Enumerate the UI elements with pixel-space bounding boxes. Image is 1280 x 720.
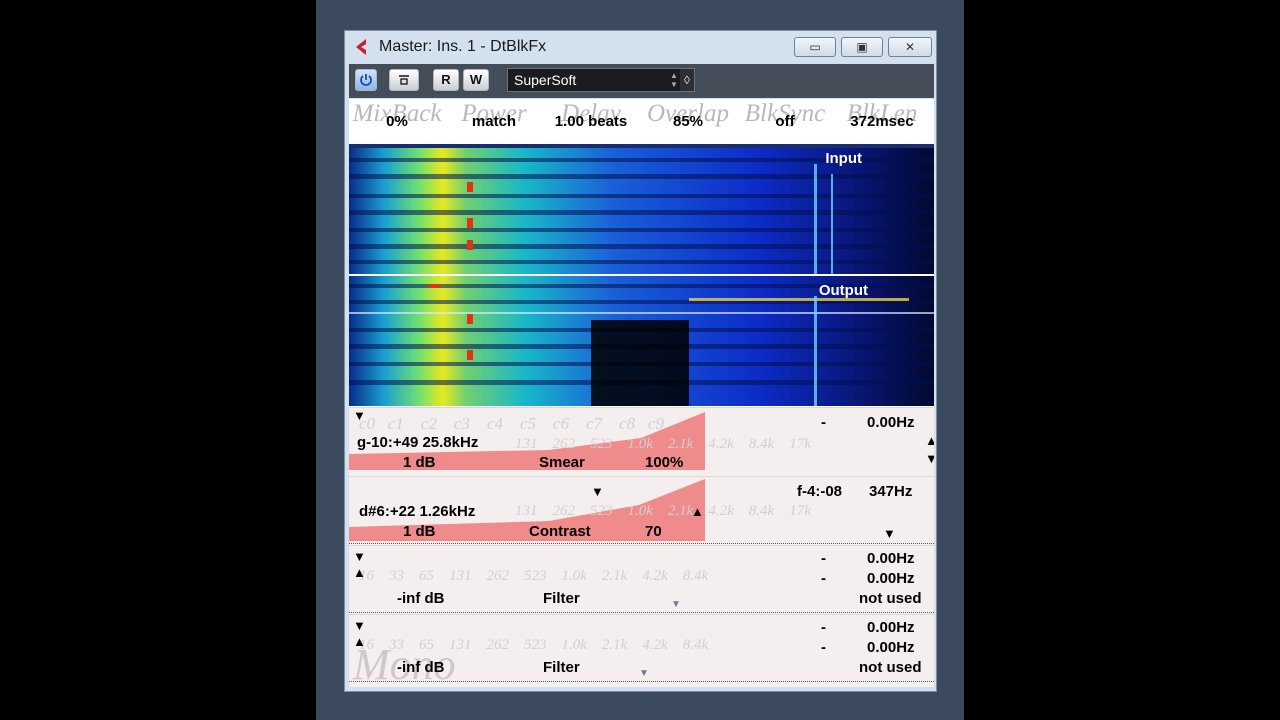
fx4-effect[interactable]: Filter <box>543 659 580 676</box>
freq-ticks: 131 262 523 1.0k 2.1k 4.2k 8.4k 17k <box>515 436 811 452</box>
fx2-effect[interactable]: Contrast <box>529 523 591 540</box>
fx1-left-freq: g-10:+49 25.8kHz <box>357 434 479 451</box>
filter1-marker[interactable]: ▼ <box>671 598 681 611</box>
fx1-amount[interactable]: 100% <box>645 454 683 471</box>
bypass-button[interactable] <box>389 69 419 91</box>
fx2-amount[interactable]: 70 <box>645 523 662 540</box>
fx4-status: not used <box>859 659 922 676</box>
filter1-range-handle-bottom[interactable]: ▲ <box>353 566 366 579</box>
freq-ticks-low: 16 33 65 131 262 523 1.0k 2.1k 4.2k 8.4k <box>359 568 709 584</box>
fx4-dash1: - <box>821 619 826 636</box>
read-automation-button[interactable]: R <box>433 69 459 91</box>
fx4-dash2: - <box>821 639 826 656</box>
fx3-freq1[interactable]: 0.00Hz <box>867 550 915 567</box>
output-spectrogram[interactable]: Output <box>349 276 934 406</box>
global-params: MixBack 0% Power match Delay 1.00 beats … <box>349 101 934 143</box>
fx-section-contrast[interactable]: 131 262 523 1.0k 2.1k 4.2k 8.4k 17k ▼ ▲ … <box>349 476 934 545</box>
range-end-handle-up[interactable]: ▲ <box>925 434 934 447</box>
preset-selector[interactable]: SuperSoft ▲ ▼ ◊ <box>507 68 695 92</box>
output-label: Output <box>818 282 868 299</box>
fx1-right-freq[interactable]: 0.00Hz <box>867 414 915 431</box>
minimize-button[interactable]: ▭ <box>794 37 836 57</box>
filter2-range-handle-top[interactable]: ▼ <box>353 619 366 632</box>
fx-section-filter-2[interactable]: 16 33 65 131 262 523 1.0k 2.1k 4.2k 8.4k… <box>349 614 934 687</box>
range-start-handle[interactable]: ▼ <box>353 409 366 422</box>
range-end-handle-down[interactable]: ▼ <box>925 452 934 465</box>
fx2-left-freq: d#6:+22 1.26kHz <box>359 503 476 520</box>
filter1-range-handle-top[interactable]: ▼ <box>353 550 366 563</box>
param-overlap[interactable]: Overlap 85% <box>640 101 736 130</box>
bypass-icon <box>399 75 409 85</box>
cubase-logo-icon <box>356 39 366 55</box>
filter2-range-handle-bottom[interactable]: ▲ <box>353 635 366 648</box>
param-blklen[interactable]: BlkLen 372msec <box>834 101 930 130</box>
title-bar[interactable]: Master: Ins. 1 - DtBlkFx ▭ ▣ ✕ <box>345 31 936 63</box>
fx4-freq1[interactable]: 0.00Hz <box>867 619 915 636</box>
preset-name: SuperSoft <box>514 72 577 88</box>
contrast-start-handle[interactable]: ▼ <box>591 485 604 498</box>
param-power[interactable]: Power match <box>446 101 542 130</box>
freq-ticks: 131 262 523 1.0k 2.1k 4.2k 8.4k 17k <box>515 503 811 519</box>
fx1-gain[interactable]: 1 dB <box>403 454 436 471</box>
plugin-content: MixBack 0% Power match Delay 1.00 beats … <box>349 99 934 687</box>
window-title: Master: Ins. 1 - DtBlkFx <box>379 38 547 55</box>
param-value: 1.00 beats <box>554 113 628 130</box>
fx3-dash1: - <box>821 550 826 567</box>
fx1-effect[interactable]: Smear <box>539 454 585 471</box>
plugin-window: Master: Ins. 1 - DtBlkFx ▭ ▣ ✕ R W Super… <box>344 30 937 692</box>
fx2-right-freq[interactable]: 347Hz <box>869 483 912 500</box>
input-spectrogram[interactable]: Input <box>349 144 934 274</box>
param-mixback[interactable]: MixBack 0% <box>349 101 445 130</box>
param-blksync[interactable]: BlkSync off <box>737 101 833 130</box>
contrast-end-handle[interactable]: ▲ <box>691 505 704 518</box>
fx3-freq2[interactable]: 0.00Hz <box>867 570 915 587</box>
power-button[interactable] <box>355 69 377 91</box>
maximize-button[interactable]: ▣ <box>841 37 883 57</box>
preset-menu-icon[interactable]: ◊ <box>680 69 694 91</box>
fx4-freq2[interactable]: 0.00Hz <box>867 639 915 656</box>
note-ticks: c0 c1 c2 c3 c4 c5 c6 c7 c8 c9 <box>359 414 664 433</box>
fx-section-filter-1[interactable]: 16 33 65 131 262 523 1.0k 2.1k 4.2k 8.4k… <box>349 545 934 614</box>
input-label: Input <box>825 150 862 167</box>
fx1-right-dash: - <box>821 414 826 431</box>
fx4-gain[interactable]: -inf dB <box>397 659 444 676</box>
fx3-status: not used <box>859 590 922 607</box>
preset-stepper[interactable]: ▲ ▼ <box>668 71 680 89</box>
fx3-gain[interactable]: -inf dB <box>397 590 444 607</box>
power-icon <box>360 74 372 86</box>
param-delay[interactable]: Delay 1.00 beats <box>543 101 639 130</box>
filter2-marker[interactable]: ▼ <box>639 667 649 680</box>
fx2-gain[interactable]: 1 dB <box>403 523 436 540</box>
fx3-effect[interactable]: Filter <box>543 590 580 607</box>
section-divider <box>349 681 934 683</box>
fx-section-smear[interactable]: c0 c1 c2 c3 c4 c5 c6 c7 c8 c9 131 262 52… <box>349 407 934 476</box>
plugin-toolbar: R W SuperSoft ▲ ▼ ◊ <box>349 64 934 98</box>
fx3-dash2: - <box>821 570 826 587</box>
write-automation-button[interactable]: W <box>463 69 489 91</box>
contrast-freq-handle[interactable]: ▼ <box>883 527 896 540</box>
fx2-right-note: f-4:-08 <box>797 483 843 500</box>
close-button[interactable]: ✕ <box>888 37 932 57</box>
